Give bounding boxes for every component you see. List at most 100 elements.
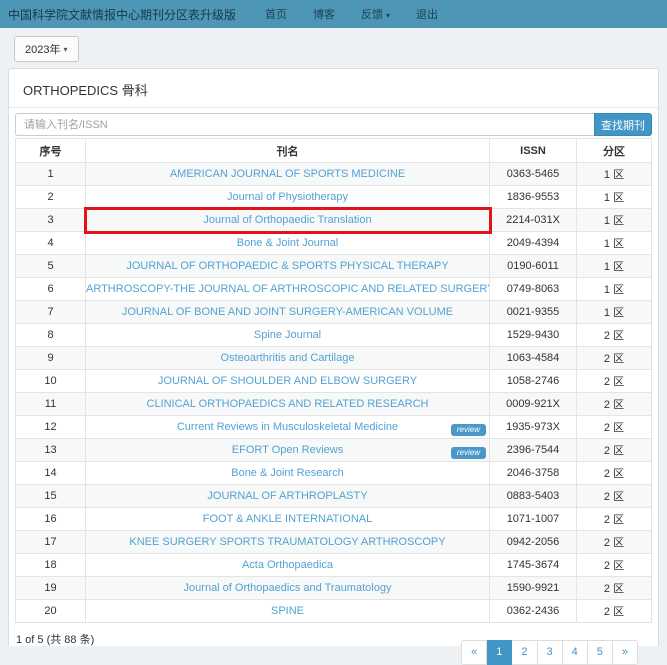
table-row: 19 Journal of Orthopaedics and Traumatolo… [16, 577, 652, 600]
journal-cell: SPINE [86, 600, 490, 623]
journal-link[interactable]: FOOT & ANKLE INTERNATIONAL [203, 513, 373, 525]
row-issn: 0362-2436 [490, 600, 577, 623]
journal-cell: CLINICAL ORTHOPAEDICS AND RELATED RESEAR… [86, 393, 490, 416]
row-index: 3 [16, 209, 86, 232]
row-issn: 2046-3758 [490, 462, 577, 485]
row-partition: 1 区 [577, 232, 652, 255]
journal-cell: Spine Journal [86, 324, 490, 347]
nav-item-logout[interactable]: 退出 [416, 6, 438, 22]
journal-cell: EFORT Open Reviewsreview [86, 439, 490, 462]
journal-cell: Bone & Joint Journal [86, 232, 490, 255]
journal-link[interactable]: Journal of Physiotherapy [227, 191, 348, 203]
journal-link[interactable]: AMERICAN JOURNAL OF SPORTS MEDICINE [170, 168, 405, 180]
row-partition: 2 区 [577, 370, 652, 393]
journal-search-input[interactable] [15, 113, 594, 136]
journal-link[interactable]: Bone & Joint Journal [237, 237, 339, 249]
journal-cell: JOURNAL OF ORTHOPAEDIC & SPORTS PHYSICAL… [86, 255, 490, 278]
journal-link[interactable]: Bone & Joint Research [231, 467, 344, 479]
journal-table-body: 1AMERICAN JOURNAL OF SPORTS MEDICINE0363… [16, 163, 652, 623]
table-row: 5JOURNAL OF ORTHOPAEDIC & SPORTS PHYSICA… [16, 255, 652, 278]
pagination-page-1[interactable]: 1 [487, 640, 512, 665]
row-partition: 2 区 [577, 531, 652, 554]
row-partition: 1 区 [577, 209, 652, 232]
nav-item-feedback[interactable]: 反馈▾ [361, 6, 390, 22]
row-issn: 0009-921X [490, 393, 577, 416]
journal-cell: AMERICAN JOURNAL OF SPORTS MEDICINE [86, 163, 490, 186]
row-partition: 2 区 [577, 577, 652, 600]
row-issn: 1529-9430 [490, 324, 577, 347]
row-index: 18 [16, 554, 86, 577]
row-issn: 0749-8063 [490, 278, 577, 301]
pagination-page-4[interactable]: 4 [563, 640, 588, 665]
journal-link[interactable]: JOURNAL OF SHOULDER AND ELBOW SURGERY [158, 375, 417, 387]
row-index: 17 [16, 531, 86, 554]
row-partition: 2 区 [577, 462, 652, 485]
journal-cell: JOURNAL OF BONE AND JOINT SURGERY-AMERIC… [86, 301, 490, 324]
row-partition: 1 区 [577, 278, 652, 301]
table-row: 10JOURNAL OF SHOULDER AND ELBOW SURGERY1… [16, 370, 652, 393]
year-dropdown-button[interactable]: 2023年 ▾ [14, 36, 79, 62]
journal-link[interactable]: Osteoarthritis and Cartilage [221, 352, 355, 364]
journal-cell: Bone & Joint Research [86, 462, 490, 485]
pagination-page-5[interactable]: 5 [588, 640, 613, 665]
journal-link[interactable]: Journal of Orthopaedics and Traumatology [184, 582, 392, 594]
row-index: 11 [16, 393, 86, 416]
pagination-next[interactable]: » [613, 640, 638, 665]
journal-link[interactable]: Current Reviews in Musculoskeletal Medic… [177, 421, 398, 433]
review-badge: review [451, 424, 486, 436]
journal-cell: Journal of Orthopaedics and Traumatology [86, 577, 490, 600]
row-index: 12 [16, 416, 86, 439]
journal-cell: JOURNAL OF ARTHROPLASTY [86, 485, 490, 508]
row-index: 2 [16, 186, 86, 209]
chevron-down-icon: ▾ [63, 45, 67, 54]
journal-link[interactable]: CLINICAL ORTHOPAEDICS AND RELATED RESEAR… [147, 398, 429, 410]
journal-cell: Journal of Physiotherapy [86, 186, 490, 209]
nav-item-blog[interactable]: 博客 [313, 6, 335, 22]
journal-link[interactable]: JOURNAL OF ORTHOPAEDIC & SPORTS PHYSICAL… [126, 260, 448, 272]
journal-cell: Osteoarthritis and Cartilage [86, 347, 490, 370]
journal-link[interactable]: EFORT Open Reviews [232, 444, 343, 456]
table-row: 8Spine Journal1529-94302 区 [16, 324, 652, 347]
row-issn: 2214-031X [490, 209, 577, 232]
table-row: 12 Current Reviews in Musculoskeletal Med… [16, 416, 652, 439]
year-dropdown-label: 2023年 [25, 41, 60, 57]
chevron-down-icon: ▾ [386, 11, 390, 20]
search-journal-button[interactable]: 查找期刊 [594, 113, 652, 136]
nav-item-label: 退出 [416, 9, 438, 21]
journal-link[interactable]: Journal of Orthopaedic Translation [203, 214, 371, 226]
row-issn: 0021-9355 [490, 301, 577, 324]
journal-link[interactable]: ARTHROSCOPY-THE JOURNAL OF ARTHROSCOPIC … [86, 283, 490, 295]
table-footer: 1 of 5 (共 88 条) «12345» [15, 629, 652, 665]
row-index: 4 [16, 232, 86, 255]
row-issn: 0190-6011 [490, 255, 577, 278]
table-row: 16FOOT & ANKLE INTERNATIONAL1071-10072 区 [16, 508, 652, 531]
row-partition: 2 区 [577, 393, 652, 416]
pagination-page-2[interactable]: 2 [512, 640, 537, 665]
journal-link[interactable]: KNEE SURGERY SPORTS TRAUMATOLOGY ARTHROS… [129, 536, 445, 548]
row-partition: 2 区 [577, 347, 652, 370]
nav-item-home[interactable]: 首页 [265, 6, 287, 22]
table-row: 11 CLINICAL ORTHOPAEDICS AND RELATED RESE… [16, 393, 652, 416]
nav-item-label: 首页 [265, 9, 287, 21]
journal-link[interactable]: Acta Orthopaedica [242, 559, 333, 571]
row-partition: 2 区 [577, 600, 652, 623]
row-issn: 1063-4584 [490, 347, 577, 370]
row-partition: 2 区 [577, 485, 652, 508]
journal-link[interactable]: SPINE [271, 605, 304, 617]
row-index: 20 [16, 600, 86, 623]
row-issn: 1071-1007 [490, 508, 577, 531]
pagination-info: 1 of 5 (共 88 条) [16, 629, 94, 647]
navbar-menu: 首页 博客 反馈▾ 退出 [252, 6, 451, 22]
row-index: 10 [16, 370, 86, 393]
journal-link[interactable]: Spine Journal [254, 329, 321, 341]
row-issn: 0883-5403 [490, 485, 577, 508]
row-index: 19 [16, 577, 86, 600]
pagination-page-3[interactable]: 3 [538, 640, 563, 665]
row-index: 13 [16, 439, 86, 462]
row-issn: 0363-5465 [490, 163, 577, 186]
pagination-prev[interactable]: « [461, 640, 487, 665]
top-navbar: 中国科学院文献情报中心期刊分区表升级版 首页博客反馈▾退出 [0, 0, 667, 28]
row-index: 15 [16, 485, 86, 508]
journal-link[interactable]: JOURNAL OF ARTHROPLASTY [207, 490, 367, 502]
journal-link[interactable]: JOURNAL OF BONE AND JOINT SURGERY-AMERIC… [122, 306, 453, 318]
